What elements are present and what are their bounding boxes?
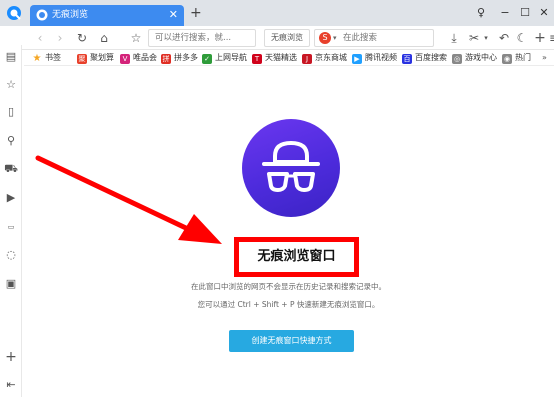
sidebar: ▤ ☆ ▯ ⚲ ⛟ ▶ ▭ ◌ ▣ + ⇤ <box>0 45 22 397</box>
sidebar-cart-icon[interactable]: ⛟ <box>4 162 18 176</box>
skin-icon[interactable]: ♀ <box>472 5 490 21</box>
hot-icon: ◉ <box>502 54 512 64</box>
sidebar-add-icon[interactable]: + <box>4 350 18 364</box>
navigation-icon: ✓ <box>202 54 212 64</box>
bookmark-item[interactable]: ◎ 游戏中心 <box>452 52 497 64</box>
address-bar[interactable] <box>148 29 256 47</box>
maximize-icon[interactable]: ☐ <box>516 5 534 21</box>
bookmark-item[interactable]: 聚聚划算 <box>77 52 114 64</box>
minimize-icon[interactable]: − <box>496 5 514 21</box>
chevron-down-icon[interactable]: ▾ <box>333 30 337 46</box>
browser-logo-icon <box>7 6 21 20</box>
close-tab-icon[interactable]: ✕ <box>169 8 178 22</box>
bookmark-item[interactable]: 百百度搜索 <box>402 52 447 64</box>
toolbar: ‹ › ↻ ⌂ ☆ 无痕浏览 S ▾ ⤓ ✂ ▾ ↶ ☾ + ≡ <box>0 26 554 50</box>
sidebar-collapse-icon[interactable]: ⇤ <box>4 378 18 392</box>
title-bar: 无痕浏览 ✕ + ♀ − ☐ ✕ <box>0 0 554 26</box>
incognito-hat-glasses-icon <box>262 141 320 192</box>
refresh-icon[interactable]: ↻ <box>74 30 90 46</box>
back-icon[interactable]: ‹ <box>32 30 48 46</box>
incognito-tab-icon <box>36 9 48 21</box>
tencent-video-icon: ▶ <box>352 54 362 64</box>
bookmark-item[interactable]: J 京东商城 <box>302 52 347 64</box>
bookmark-item[interactable]: V 唯品会 <box>120 52 157 64</box>
create-shortcut-button[interactable]: 创建无痕窗口快捷方式 <box>229 330 354 352</box>
sidebar-search-icon[interactable]: ⚲ <box>4 134 18 148</box>
bookmark-item[interactable]: ▶ 腾讯视频 <box>352 52 397 64</box>
bookmark-item[interactable]: T 天猫精选 <box>252 52 297 64</box>
forward-icon[interactable]: › <box>52 30 68 46</box>
tab-title: 无痕浏览 <box>52 10 89 20</box>
search-input[interactable] <box>343 31 431 45</box>
menu-icon[interactable]: ≡ <box>546 30 554 46</box>
undo-icon[interactable]: ↶ <box>496 30 512 46</box>
address-input[interactable] <box>149 30 255 46</box>
sidebar-live-icon[interactable]: ▭ <box>4 220 18 234</box>
sidebar-translate-icon[interactable]: ▣ <box>4 277 18 291</box>
new-tab-icon[interactable]: + <box>190 6 202 20</box>
home-icon[interactable]: ⌂ <box>96 30 112 46</box>
game-icon: ◎ <box>452 54 462 64</box>
sidebar-video-icon[interactable]: ▶ <box>4 191 18 205</box>
night-mode-icon[interactable]: ☾ <box>514 30 530 46</box>
incognito-page: 无痕浏览窗口 在此窗口中浏览的网页不会显示在历史记录和搜索记录中。 您可以通过 … <box>23 67 554 397</box>
sidebar-reader-icon[interactable]: ▯ <box>4 105 18 119</box>
tmall-icon: T <box>252 54 262 64</box>
juhuasuan-icon: 聚 <box>77 54 87 64</box>
download-icon[interactable]: ⤓ <box>446 30 462 46</box>
vipshop-icon: V <box>120 54 130 64</box>
sidebar-chat-icon[interactable]: ◌ <box>4 248 18 262</box>
close-window-icon[interactable]: ✕ <box>535 5 553 21</box>
headline-highlight-box: 无痕浏览窗口 <box>234 237 359 277</box>
bookmark-item[interactable]: ◉ 热门 <box>502 52 531 64</box>
incognito-avatar <box>242 119 340 217</box>
sidebar-news-icon[interactable]: ▤ <box>4 50 18 64</box>
star-icon: ★ <box>32 53 42 64</box>
incognito-description-2: 您可以通过 Ctrl + Shift + P 快速新建无痕浏览窗口。 <box>197 300 380 309</box>
more-bookmarks-icon[interactable]: » <box>542 52 547 64</box>
baidu-icon: 百 <box>402 54 412 64</box>
tab-incognito[interactable]: 无痕浏览 ✕ <box>30 5 184 26</box>
search-box[interactable]: S ▾ <box>314 29 434 47</box>
sidebar-favorites-icon[interactable]: ☆ <box>4 78 18 92</box>
incognito-label-button[interactable]: 无痕浏览 <box>264 29 310 47</box>
jd-icon: J <box>302 54 312 64</box>
favorite-star-icon[interactable]: ☆ <box>128 30 144 46</box>
bookmark-item[interactable]: ★ 书签 <box>32 52 61 64</box>
bookmark-item[interactable]: ✓ 上网导航 <box>202 52 247 64</box>
bookmarks-bar: ★ 书签 聚聚划算 V 唯品会 拼拼多多 ✓ 上网导航 T 天猫精选 J 京东商城 ▶ 腾讯… <box>24 50 554 66</box>
page-title: 无痕浏览窗口 <box>257 249 336 264</box>
search-engine-icon[interactable]: S <box>319 32 331 44</box>
bookmark-item[interactable]: 拼拼多多 <box>161 52 198 64</box>
chevron-down-icon[interactable]: ▾ <box>478 30 494 46</box>
incognito-description-1: 在此窗口中浏览的网页不会显示在历史记录和搜索记录中。 <box>191 282 386 291</box>
pinduoduo-icon: 拼 <box>161 54 171 64</box>
